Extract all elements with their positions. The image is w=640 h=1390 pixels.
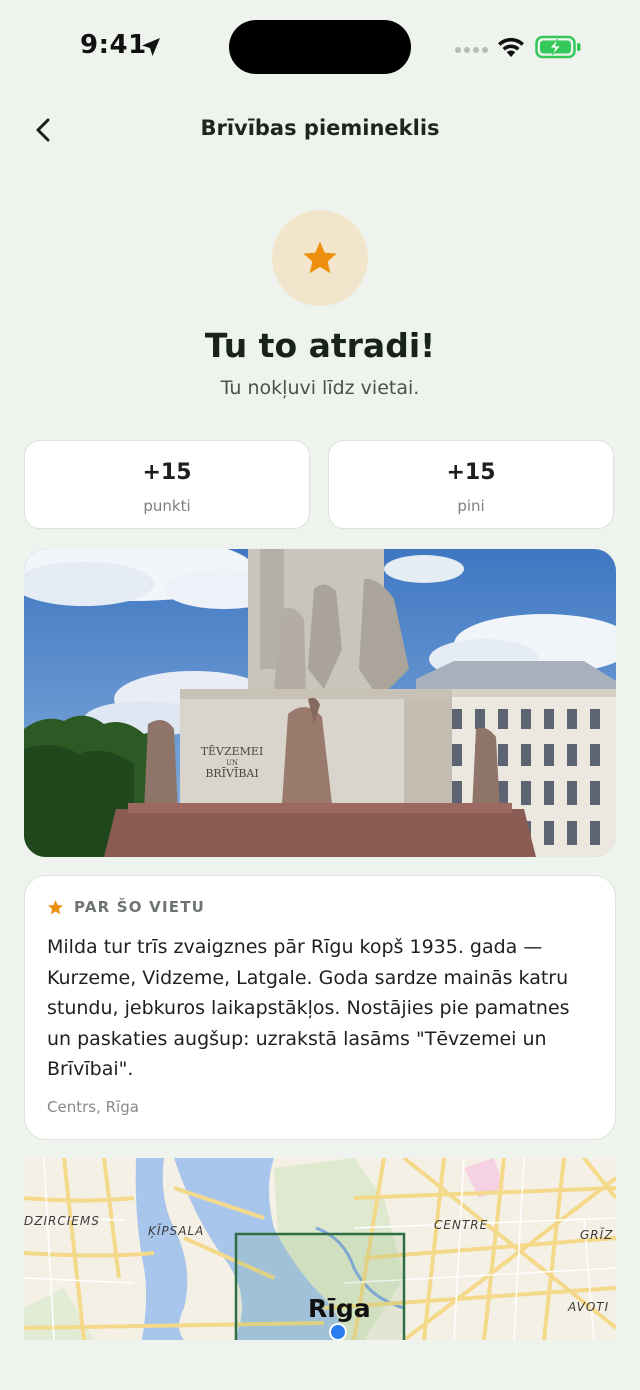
engraving-line-2: UN bbox=[226, 759, 238, 767]
points-card: +15 punkti bbox=[24, 440, 310, 529]
monument-illustration: TĒVZEMEI UN BRĪVĪBAI bbox=[24, 549, 616, 857]
map-label-avoti: AVOTI bbox=[568, 1300, 610, 1314]
pins-card: +15 pini bbox=[328, 440, 614, 529]
map-label-centre: CENTRE bbox=[434, 1218, 489, 1232]
cellular-signal-icon bbox=[455, 47, 488, 53]
pins-label: pini bbox=[457, 497, 485, 515]
map-city-label: Rīga bbox=[308, 1294, 371, 1323]
engraving-line-1: TĒVZEMEI bbox=[201, 745, 264, 758]
about-place-card: PAR ŠO VIETU Milda tur trīs zvaigznes pā… bbox=[24, 875, 616, 1140]
about-line-2: Kurzeme, Vidzeme, Latgale. Goda sardze m… bbox=[47, 966, 569, 989]
about-line-3: stundu, jebkuros laikapstākļos. Nostājie… bbox=[47, 997, 570, 1019]
monument-photo: TĒVZEMEI UN BRĪVĪBAI bbox=[24, 549, 616, 857]
map-label-griz: GRĪZ bbox=[580, 1228, 614, 1242]
about-title: PAR ŠO VIETU bbox=[74, 898, 206, 916]
about-line-4: un paskaties augšup: uzrakstā lasāms "Tē… bbox=[47, 1027, 547, 1050]
points-label: punkti bbox=[143, 497, 191, 515]
location-map[interactable]: DZIRCIEMS ĶĪPSALA CENTRE GRĪZ AVOTI Rīga bbox=[24, 1158, 616, 1340]
about-line-5: Brīvībai". bbox=[47, 1058, 134, 1080]
nav-bar: Brīvības piemineklis bbox=[0, 96, 640, 160]
map-label-dzirciems: DZIRCIEMS bbox=[24, 1214, 100, 1228]
success-headline: Tu to atradi! bbox=[204, 326, 436, 365]
place-location: Centrs, Rīga bbox=[47, 1098, 139, 1116]
about-header: PAR ŠO VIETU bbox=[47, 898, 205, 916]
engraving-line-3: BRĪVĪBAI bbox=[205, 767, 258, 780]
success-subline: Tu nokļuvi līdz vietai. bbox=[220, 377, 420, 399]
star-icon bbox=[47, 899, 64, 914]
dynamic-island bbox=[229, 20, 411, 74]
map-label-kipsala: ĶĪPSALA bbox=[148, 1224, 205, 1238]
pins-value: +15 bbox=[446, 460, 496, 485]
status-time: 9:41 bbox=[80, 30, 147, 60]
about-line-1: Milda tur trīs zvaigznes pār Rīgu kopš 1… bbox=[47, 936, 543, 958]
about-description: Milda tur trīs zvaigznes pār Rīgu kopš 1… bbox=[47, 932, 595, 1085]
status-bar: 9:41 bbox=[0, 0, 640, 96]
achievement-badge bbox=[272, 210, 368, 306]
wifi-icon bbox=[498, 37, 524, 57]
battery-charging-icon bbox=[535, 35, 581, 59]
page-title: Brīvības piemineklis bbox=[200, 116, 440, 140]
star-icon bbox=[303, 241, 337, 274]
location-arrow-icon bbox=[142, 38, 160, 56]
points-value: +15 bbox=[142, 460, 192, 485]
